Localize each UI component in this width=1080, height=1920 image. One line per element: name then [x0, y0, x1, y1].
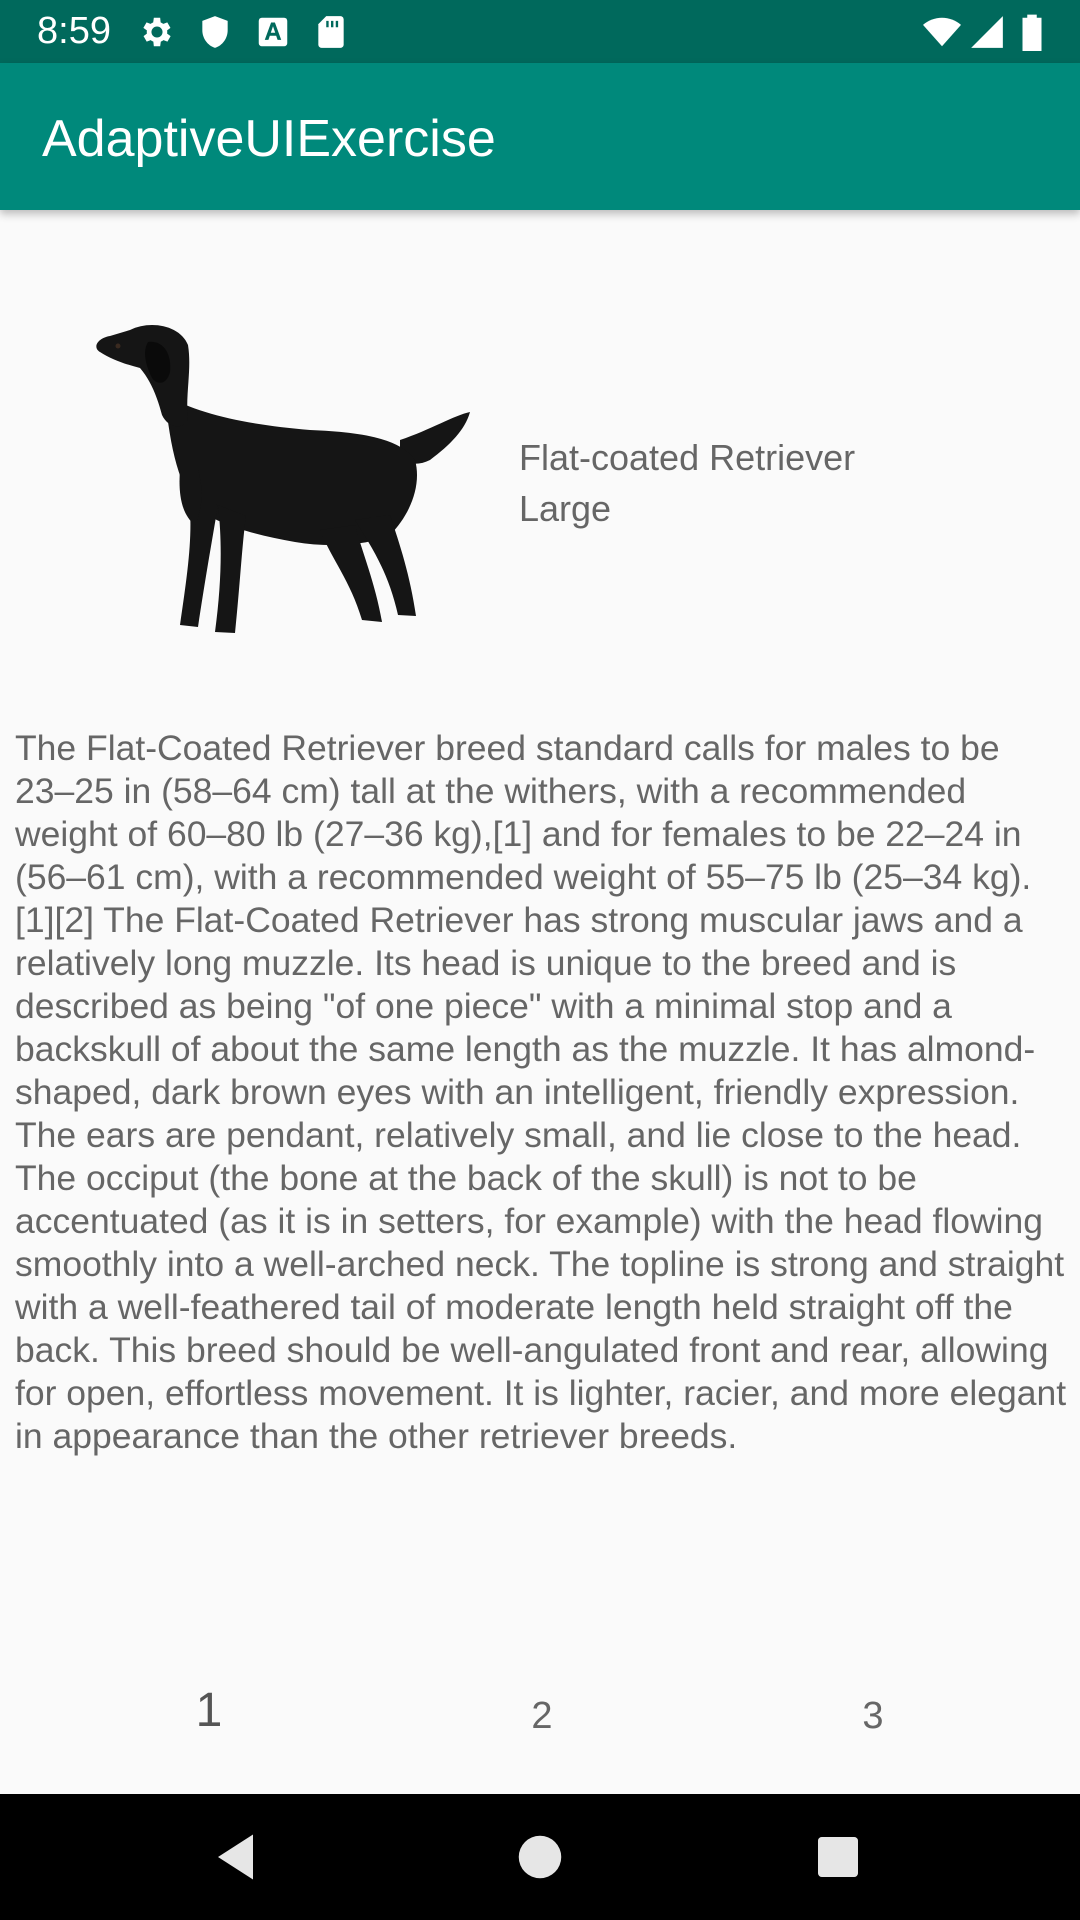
shield-icon [196, 13, 234, 51]
sd-card-icon [312, 13, 350, 51]
home-icon[interactable] [510, 1827, 570, 1887]
wifi-icon [920, 13, 964, 51]
page-button-2[interactable]: 2 [472, 1680, 612, 1750]
gear-icon [138, 13, 176, 51]
page-button-1[interactable]: 1 [139, 1680, 279, 1750]
back-icon[interactable] [208, 1827, 268, 1887]
breed-description: The Flat-Coated Retriever breed standard… [15, 728, 1067, 1456]
app-bar: AdaptiveUIExercise [0, 63, 1080, 210]
breed-name: Flat-coated Retriever [519, 437, 856, 478]
breed-size: Large [519, 488, 612, 529]
signal-icon [968, 13, 1006, 51]
navigation-bar [0, 1794, 1080, 1920]
page-button-3[interactable]: 3 [803, 1680, 943, 1750]
dog-photo [70, 320, 480, 640]
status-time: 8:59 [37, 10, 111, 52]
app-title: AdaptiveUIExercise [42, 110, 496, 168]
status-bar: 8:59 [0, 0, 1080, 63]
font-icon [254, 13, 292, 51]
battery-icon [1018, 13, 1046, 51]
recents-icon[interactable] [808, 1827, 868, 1887]
